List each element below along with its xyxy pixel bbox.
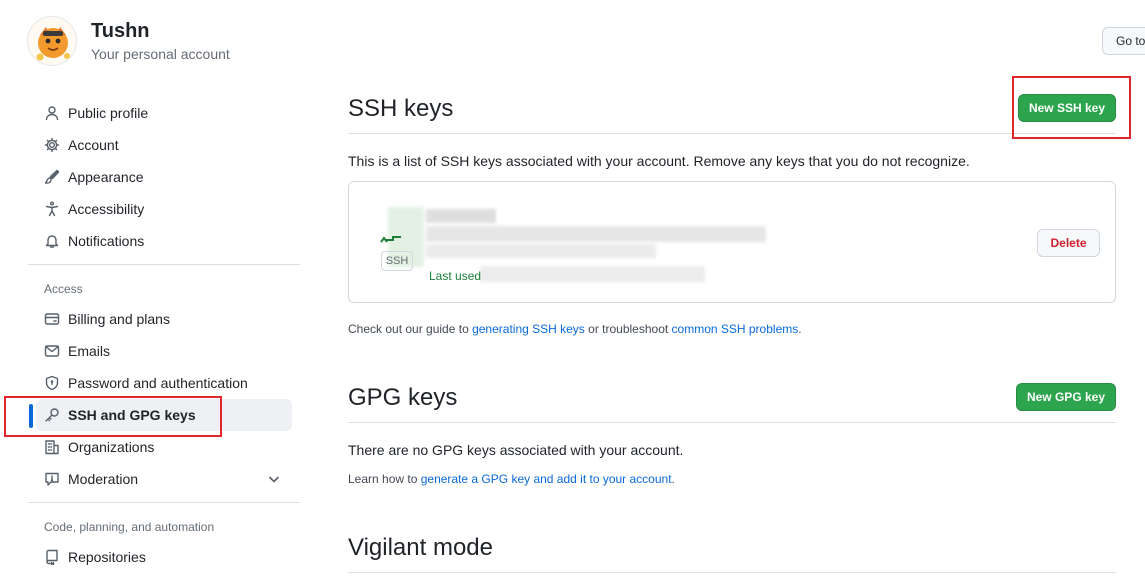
ssh-description: This is a list of SSH keys associated wi… [348,153,970,169]
vigilant-mode-title: Vigilant mode [348,534,493,561]
report-icon [44,471,60,487]
mail-icon [44,343,60,359]
credit-card-icon [44,311,60,327]
ssh-guide-prefix: Check out our guide to [348,322,473,336]
ssh-guide-middle: or troubleshoot [584,322,672,336]
ssh-badge: SSH [381,251,413,271]
key-title-redacted [426,209,496,223]
ssh-key-card [348,181,1116,303]
key-added-redacted [426,244,656,258]
account-name: Tushn [91,20,150,42]
generate-gpg-key-link[interactable]: generate a GPG key and add it to your ac… [421,472,672,486]
ssh-guide-suffix: . [798,322,802,336]
sidebar-item-notifications[interactable]: Notifications [36,225,292,257]
sidebar-item-appearance[interactable]: Appearance [36,161,292,193]
sidebar-item-label: Accessibility [68,201,145,217]
sidebar-item-account[interactable]: Account [36,129,292,161]
ssh-key-icon [379,230,409,246]
sidebar-item-password[interactable]: Password and authentication [36,367,292,399]
sidebar-item-label: Password and authentication [68,375,248,391]
sidebar-group-code: Code, planning, and automation [44,520,215,534]
gear-icon [44,137,60,153]
sidebar-item-label: Public profile [68,105,149,121]
sidebar-group-access: Access [44,282,83,296]
generating-ssh-keys-link[interactable]: generating SSH keys [472,322,585,336]
account-subtitle: Your personal account [91,46,230,62]
delete-ssh-key-button[interactable]: Delete [1037,229,1100,257]
gpg-keys-title: GPG keys [348,384,458,411]
gpg-empty-message: There are no GPG keys associated with yo… [348,442,684,458]
sidebar-item-public-profile[interactable]: Public profile [36,97,292,129]
shield-lock-icon [44,375,60,391]
vigilant-title-divider [348,572,1116,573]
gpg-learn-suffix: . [671,472,675,486]
avatar[interactable] [27,16,77,66]
person-icon [44,105,60,121]
common-ssh-problems-link[interactable]: common SSH problems [672,322,799,336]
ssh-keys-title: SSH keys [348,95,454,122]
annotation-highlight-new-ssh [1012,76,1131,139]
sidebar-item-billing[interactable]: Billing and plans [36,303,292,335]
sidebar-item-label: Appearance [68,169,144,185]
gpg-learn-text: Learn how to generate a GPG key and add … [348,472,675,486]
ssh-title-divider [348,133,1116,134]
sidebar-item-moderation[interactable]: Moderation [36,463,292,495]
key-fingerprint-redacted [426,226,766,242]
gpg-title-divider [348,422,1116,423]
annotation-highlight-sidebar [4,396,222,437]
sidebar-item-label: Emails [68,343,111,359]
sidebar-item-repositories[interactable]: Repositories [36,541,292,573]
paintbrush-icon [44,169,60,185]
new-gpg-key-button[interactable]: New GPG key [1016,383,1116,411]
sidebar-item-emails[interactable]: Emails [36,335,292,367]
go-to-profile-button[interactable]: Go to [1102,27,1145,55]
sidebar-divider [28,264,300,265]
key-last-used-redacted [480,266,705,282]
sidebar-divider [28,502,300,503]
gpg-learn-prefix: Learn how to [348,472,421,486]
accessibility-icon [44,201,60,217]
sidebar-item-label: Moderation [68,471,139,487]
chevron-down-icon[interactable] [266,471,282,487]
ssh-guide-text: Check out our guide to generating SSH ke… [348,322,802,336]
sidebar-item-accessibility[interactable]: Accessibility [36,193,292,225]
ssh-key-last-used: Last used [429,269,482,283]
bell-icon [44,233,60,249]
sidebar-item-label: Repositories [68,549,146,565]
sidebar-item-label: Organizations [68,439,155,455]
sidebar-item-label: Account [68,137,119,153]
organization-icon [44,439,60,455]
sidebar-item-label: Billing and plans [68,311,170,327]
sidebar-item-label: Notifications [68,233,145,249]
repo-icon [44,549,60,565]
